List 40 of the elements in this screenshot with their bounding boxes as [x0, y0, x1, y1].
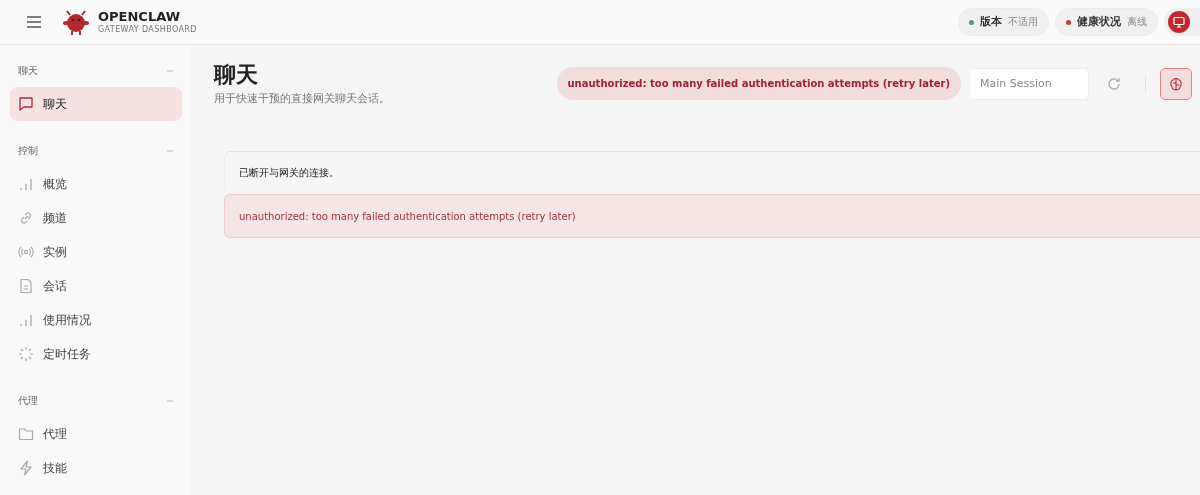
error-message: unauthorized: too many failed authentication attempts (retry later): [224, 194, 1200, 238]
bar-chart-icon: [18, 176, 34, 192]
signal-icon: [18, 244, 34, 260]
section-title: 控制: [18, 144, 38, 158]
bar-chart-icon: [18, 312, 34, 328]
folder-icon: [18, 426, 34, 442]
pill-label: 版本: [980, 15, 1002, 29]
sidebar-item[interactable]: 会话: [10, 269, 182, 303]
chat-bubble-icon: [18, 96, 34, 112]
sidebar-item[interactable]: 定时任务: [10, 337, 182, 371]
brand-subtitle: GATEWAY DASHBOARD: [98, 24, 197, 35]
pill-value: 离线: [1127, 15, 1147, 29]
link-icon: [18, 210, 34, 226]
monitor-avatar-button[interactable]: [1168, 11, 1190, 33]
brand-name: OPENCLAW: [98, 9, 181, 24]
loading-icon: [18, 346, 34, 362]
page-subtitle: 用于快速干预的直接网关聊天会话。: [214, 91, 390, 106]
brain-icon: [1168, 75, 1184, 92]
sidebar-item[interactable]: 频道: [10, 201, 182, 235]
section-title: 聊天: [18, 64, 38, 78]
refresh-icon: [1106, 75, 1122, 92]
sidebar-item[interactable]: 聊天: [10, 87, 182, 121]
brain-button[interactable]: [1160, 67, 1192, 100]
sidebar-item[interactable]: 代理: [10, 417, 182, 451]
pill-label: 健康状况: [1077, 15, 1121, 29]
mascot-logo-icon: [62, 8, 90, 36]
pill-value: 不适用: [1008, 15, 1038, 29]
lightning-icon: [18, 460, 34, 476]
page-title: 聊天: [214, 61, 259, 89]
section-title: 代理: [18, 394, 38, 408]
status-message: 已断开与网关的连接。: [224, 151, 1200, 194]
sidebar-item[interactable]: 概览: [10, 167, 182, 201]
monitor-icon: [1173, 16, 1185, 28]
sidebar-item[interactable]: 使用情况: [10, 303, 182, 337]
sidebar-item[interactable]: 实例: [10, 235, 182, 269]
error-banner: unauthorized: too many failed authentication attempts (retry later): [556, 67, 961, 100]
sidebar-item[interactable]: 技能: [10, 451, 182, 485]
session-field[interactable]: Main Session: [969, 67, 1089, 100]
document-icon: [18, 278, 34, 294]
menu-icon[interactable]: [26, 15, 42, 29]
